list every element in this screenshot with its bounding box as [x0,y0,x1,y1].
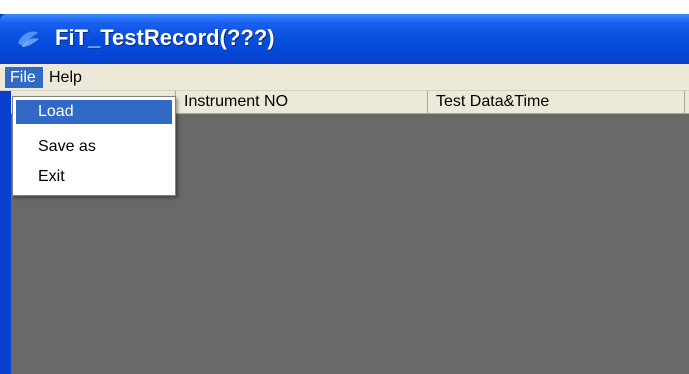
column-header-test-datetime[interactable]: Test Data&Time [428,91,685,113]
window-title: FiT_TestRecord(???) [55,25,275,50]
column-header-instrument-no[interactable]: Instrument NO [176,91,428,113]
menu-item-exit[interactable]: Exit [16,165,172,189]
menu-file[interactable]: File [5,67,43,88]
file-menu-dropdown: Load Save as Exit [12,96,176,196]
title-bar[interactable]: FiT_TestRecord(???) [0,14,689,64]
menu-item-load[interactable]: Load [16,100,172,124]
menu-item-save-as[interactable]: Save as [16,135,172,159]
app-logo-icon [18,31,39,47]
menu-help[interactable]: Help [44,67,92,88]
menu-bar: File Help [0,64,689,91]
